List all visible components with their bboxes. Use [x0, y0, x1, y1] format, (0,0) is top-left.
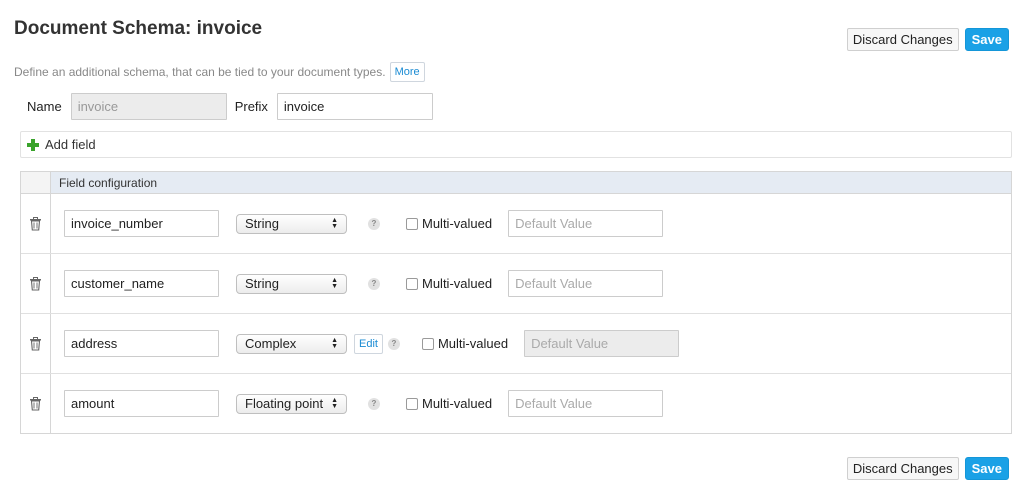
multi-valued-checkbox[interactable]	[421, 337, 434, 350]
field-name-input[interactable]	[64, 330, 219, 357]
field-configuration-table: Field configuration String ▲▼ ? Multi-va…	[20, 171, 1012, 434]
top-actions: Discard Changes Save	[846, 28, 1009, 51]
help-icon[interactable]: ?	[368, 277, 380, 290]
discard-changes-button[interactable]: Discard Changes	[846, 457, 959, 480]
bottom-actions: Discard Changes Save	[846, 457, 1009, 480]
field-name-input[interactable]	[64, 270, 219, 297]
save-button[interactable]: Save	[964, 457, 1009, 480]
table-row: String ▲▼ ? Multi-valued	[21, 194, 1011, 254]
add-field-label: Add field	[45, 137, 96, 152]
multi-valued-toggle[interactable]: Multi-valued	[406, 396, 492, 411]
plus-icon	[27, 138, 39, 151]
save-button[interactable]: Save	[964, 28, 1009, 51]
add-field-button[interactable]: Add field	[20, 131, 1012, 158]
table-row: Floating point ▲▼ ? Multi-valued	[21, 374, 1011, 433]
prefix-input[interactable]	[276, 92, 433, 120]
field-type-select[interactable]: Floating point ▲ ▼	[236, 393, 347, 414]
multi-valued-label: Multi-valued	[422, 216, 493, 231]
field-name-input[interactable]	[64, 210, 219, 237]
description-text: Define an additional schema, that can be…	[14, 65, 386, 79]
trash-icon[interactable]	[29, 336, 42, 351]
select-arrows-icon: ▲ ▼	[331, 336, 338, 350]
header-icon-cell	[21, 172, 51, 193]
multi-valued-toggle[interactable]: Multi-valued	[406, 216, 492, 231]
discard-changes-button[interactable]: Discard Changes	[846, 28, 959, 51]
field-type-value: String	[245, 276, 279, 291]
table-row: Complex ▲▼ Edit ? Multi-valued	[21, 314, 1011, 374]
select-arrows-icon: ▲ ▼	[331, 396, 338, 410]
field-type-value: Floating point	[245, 396, 324, 411]
prefix-label: Prefix	[234, 98, 268, 114]
multi-valued-checkbox[interactable]	[406, 397, 418, 410]
schema-description: Define an additional schema, that can be…	[14, 62, 425, 82]
field-name-input[interactable]	[64, 390, 219, 417]
help-icon[interactable]: ?	[368, 397, 380, 410]
name-label: Name	[27, 98, 62, 114]
multi-valued-label: Multi-valued	[422, 276, 493, 291]
more-button[interactable]: More	[389, 62, 425, 82]
multi-valued-toggle[interactable]: Multi-valued	[421, 336, 509, 351]
multi-valued-label: Multi-valued	[422, 396, 493, 411]
field-type-value: Complex	[245, 336, 297, 351]
default-value-input[interactable]	[508, 210, 664, 237]
trash-icon[interactable]	[29, 276, 42, 291]
select-arrows-icon: ▲ ▼	[331, 276, 338, 290]
page-title: Document Schema: invoice	[14, 18, 263, 39]
trash-icon[interactable]	[29, 216, 42, 231]
default-value-input[interactable]	[508, 270, 664, 297]
multi-valued-checkbox[interactable]	[406, 277, 418, 290]
field-type-select[interactable]: String ▲ ▼	[236, 273, 347, 294]
multi-valued-toggle[interactable]: Multi-valued	[406, 276, 492, 291]
multi-valued-checkbox[interactable]	[406, 217, 418, 230]
table-row: String ▲▼ ? Multi-valued	[21, 254, 1011, 314]
trash-icon[interactable]	[29, 396, 42, 411]
help-icon[interactable]: ?	[368, 217, 380, 230]
name-input[interactable]	[70, 92, 227, 120]
name-prefix-row: Name Prefix	[27, 92, 433, 120]
multi-valued-label: Multi-valued	[437, 336, 509, 351]
field-type-select[interactable]: Complex ▲ ▼	[236, 333, 347, 354]
default-value-input[interactable]	[508, 390, 664, 417]
edit-complex-button[interactable]: Edit	[354, 333, 383, 354]
field-type-value: String	[245, 216, 279, 231]
select-arrows-icon: ▲ ▼	[331, 216, 338, 230]
field-configuration-header: Field configuration	[59, 176, 158, 190]
table-header: Field configuration	[21, 172, 1011, 194]
field-type-select[interactable]: String ▲ ▼	[236, 213, 347, 234]
help-icon[interactable]: ?	[387, 337, 400, 350]
default-value-input[interactable]	[524, 330, 680, 357]
